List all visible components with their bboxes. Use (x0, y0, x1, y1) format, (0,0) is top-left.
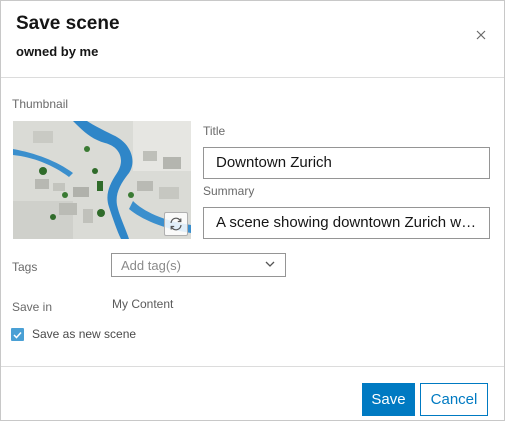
summary-label: Summary (203, 184, 255, 198)
dialog-title: Save scene (16, 13, 120, 34)
chevron-down-icon (265, 261, 275, 267)
tags-placeholder: Add tag(s) (121, 258, 181, 273)
save-as-new-checkbox[interactable] (11, 328, 24, 341)
footer-divider (1, 366, 504, 367)
tags-dropdown[interactable]: Add tag(s) (111, 253, 286, 277)
dialog-header: Save scene owned by me (1, 1, 504, 78)
close-icon (476, 30, 486, 40)
dialog-subtitle: owned by me (16, 44, 99, 59)
thumbnail-label: Thumbnail (12, 97, 69, 111)
save-button[interactable]: Save (362, 383, 415, 416)
save-as-new-label[interactable]: Save as new scene (32, 327, 136, 341)
summary-input[interactable]: A scene showing downtown Zurich wit... (203, 207, 490, 239)
save-in-value: My Content (112, 297, 174, 311)
title-input[interactable]: Downtown Zurich (203, 147, 490, 179)
refresh-icon (170, 217, 182, 231)
title-label: Title (203, 124, 226, 138)
refresh-thumbnail-button[interactable] (164, 212, 188, 236)
checkmark-icon (13, 331, 22, 339)
close-button[interactable] (471, 25, 491, 45)
save-scene-dialog: Save scene owned by me Thumbnail Title D… (0, 0, 505, 421)
tags-label: Tags (12, 260, 38, 274)
save-in-label: Save in (12, 300, 53, 314)
cancel-button[interactable]: Cancel (420, 383, 488, 416)
